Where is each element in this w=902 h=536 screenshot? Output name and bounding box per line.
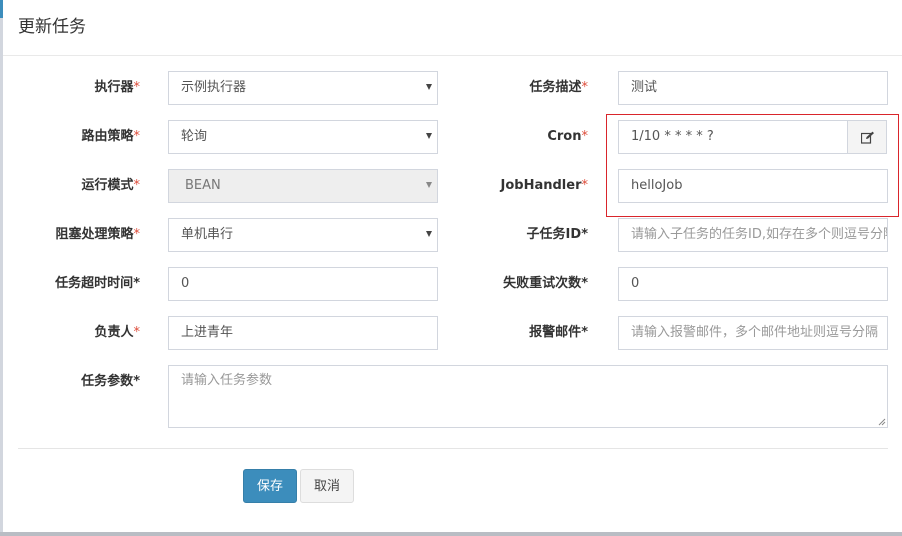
block-strategy-label: 阻塞处理策略*: [55, 227, 140, 242]
route-strategy-select[interactable]: 轮询: [168, 120, 438, 154]
highlight-box: [606, 114, 899, 217]
alarm-email-placeholder: 请输入报警邮件，多个邮件地址则逗号分隔: [631, 325, 879, 340]
block-strategy-select[interactable]: 单机串行: [168, 218, 438, 252]
alarm-email-label: 报警邮件*: [529, 325, 588, 340]
header-divider: [3, 55, 902, 56]
caret-down-icon: [426, 231, 432, 237]
timeout-input[interactable]: 0: [168, 267, 438, 301]
alarm-email-input[interactable]: 请输入报警邮件，多个邮件地址则逗号分隔: [618, 316, 888, 350]
fail-retry-input[interactable]: 0: [618, 267, 888, 301]
child-job-id-placeholder: 请输入子任务的任务ID,如存在多个则逗号分隔: [631, 227, 888, 242]
run-mode-label: 运行模式*: [81, 178, 140, 193]
window-bottom-edge: [0, 532, 902, 536]
modal-title: 更新任务: [18, 17, 86, 37]
fail-retry-label: 失败重试次数*: [503, 276, 588, 291]
caret-down-icon: [426, 84, 432, 90]
description-input[interactable]: 测试: [618, 71, 888, 105]
child-job-id-label: 子任务ID*: [526, 227, 588, 242]
block-strategy-value: 单机串行: [181, 227, 234, 242]
description-label: 任务描述*: [529, 80, 588, 95]
window-left-accent: [0, 0, 3, 18]
author-label: 负责人*: [94, 325, 140, 340]
caret-down-icon: [426, 133, 432, 139]
save-button[interactable]: 保存: [243, 469, 297, 503]
cron-label: Cron*: [547, 129, 588, 144]
author-input[interactable]: 上进青年: [168, 316, 438, 350]
run-mode-value: BEAN: [185, 178, 221, 193]
job-param-label: 任务参数*: [81, 374, 140, 389]
cancel-button[interactable]: 取消: [300, 469, 354, 503]
executor-select-value: 示例执行器: [181, 80, 247, 95]
job-param-textarea[interactable]: 请输入任务参数: [168, 365, 888, 428]
job-param-placeholder: 请输入任务参数: [181, 373, 273, 388]
footer-divider: [18, 448, 888, 449]
caret-down-icon: [426, 182, 432, 188]
resize-handle-icon[interactable]: [878, 418, 886, 426]
child-job-id-input[interactable]: 请输入子任务的任务ID,如存在多个则逗号分隔: [618, 218, 888, 252]
executor-label: 执行器*: [94, 80, 140, 95]
run-mode-select[interactable]: BEAN: [168, 169, 438, 203]
executor-select[interactable]: 示例执行器: [168, 71, 438, 105]
route-strategy-value: 轮询: [181, 129, 208, 144]
route-strategy-label: 路由策略*: [81, 129, 140, 144]
timeout-label: 任务超时时间*: [55, 276, 140, 291]
job-handler-label: JobHandler*: [500, 178, 588, 193]
